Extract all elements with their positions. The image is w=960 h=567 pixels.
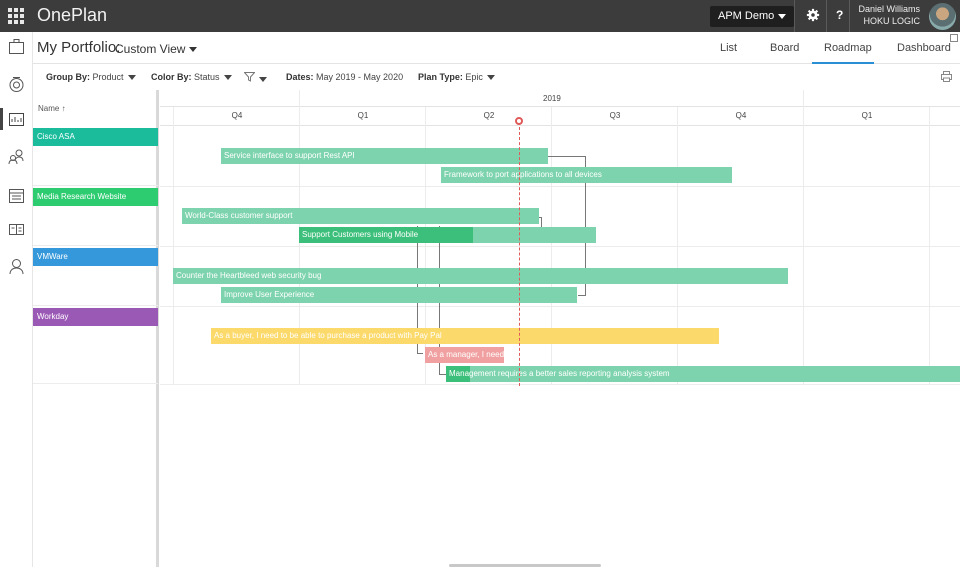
- dependency-connector: [439, 374, 446, 375]
- calendar-icon[interactable]: [8, 187, 25, 204]
- epic-bar[interactable]: Counter the Heartbleed web security bug: [173, 268, 788, 284]
- group-by-value: Product: [92, 72, 124, 82]
- people-icon[interactable]: [8, 148, 25, 165]
- quarter-label: Q1: [357, 111, 369, 120]
- tab-list[interactable]: List: [720, 42, 737, 54]
- epic-bar[interactable]: Framework to port applications to all de…: [441, 167, 732, 183]
- left-nav: [0, 32, 33, 567]
- epic-bar[interactable]: World-Class customer support: [182, 208, 539, 224]
- print-icon[interactable]: [941, 71, 952, 82]
- chevron-down-icon: [486, 75, 495, 81]
- epic-bar[interactable]: As a buyer, I need to be able to purchas…: [211, 328, 719, 344]
- quarter-label: Q4: [735, 111, 747, 120]
- top-bar: OnePlan APM Demo ? Daniel Williams HOKU …: [0, 0, 960, 32]
- tab-board[interactable]: Board: [770, 42, 799, 54]
- filter-dropdown[interactable]: [243, 72, 267, 84]
- chevron-down-icon: [778, 13, 787, 19]
- dependency-connector: [539, 217, 542, 227]
- bar-label: Management requires a better sales repor…: [449, 369, 670, 378]
- plan-type-value: Epic: [465, 72, 483, 82]
- group-workday[interactable]: Workday: [33, 308, 158, 326]
- view-name: Custom View: [115, 42, 186, 56]
- plan-type-label: Plan Type:: [418, 72, 463, 82]
- board-icon[interactable]: [8, 221, 25, 238]
- name-header-label: Name: [38, 104, 60, 113]
- color-by-value: Status: [194, 72, 220, 82]
- user-name: Daniel Williams: [858, 4, 920, 14]
- group-media-research-website[interactable]: Media Research Website: [33, 188, 158, 206]
- divider: [794, 0, 795, 32]
- view-selector[interactable]: Custom View: [115, 42, 198, 56]
- today-marker-icon[interactable]: [515, 117, 523, 125]
- dates-label: Dates:: [286, 72, 314, 82]
- clock-icon[interactable]: [8, 76, 25, 93]
- group-by-dropdown[interactable]: Group By: Product: [46, 72, 136, 82]
- app-title: OnePlan: [37, 5, 108, 25]
- roadmap-timeline: 2019 Q4 Q1 Q2 Q3 Q4 Q1 Service interface…: [160, 90, 960, 567]
- name-column-header[interactable]: Name ↑: [38, 104, 66, 113]
- dates-selector[interactable]: Dates: May 2019 - May 2020: [286, 72, 403, 82]
- environment-dropdown[interactable]: APM Demo: [710, 6, 795, 27]
- quarter-label: Q2: [483, 111, 495, 120]
- gear-icon[interactable]: [806, 8, 820, 22]
- epic-bar[interactable]: Support Customers using Mobile: [299, 227, 596, 243]
- user-menu[interactable]: Daniel Williams HOKU LOGIC: [858, 3, 920, 27]
- timeline-quarter-row: Q4 Q1 Q2 Q3 Q4 Q1: [160, 107, 960, 126]
- user-org: HOKU LOGIC: [863, 16, 920, 26]
- filter-bar: Group By: Product Color By: Status Dates…: [33, 64, 960, 90]
- portfolio-header: My Portfolio: Custom View List Board Roa…: [33, 32, 960, 64]
- color-by-dropdown[interactable]: Color By: Status: [151, 72, 232, 82]
- epic-bar[interactable]: Improve User Experience: [221, 287, 577, 303]
- roadmap-icon[interactable]: [8, 111, 25, 128]
- group-by-label: Group By:: [46, 72, 90, 82]
- environment-label: APM Demo: [718, 10, 775, 22]
- quarter-label: Q3: [609, 111, 621, 120]
- group-cisco-asa[interactable]: Cisco ASA: [33, 128, 158, 146]
- briefcase-icon[interactable]: [8, 38, 25, 55]
- dependency-connector: [417, 353, 423, 354]
- chevron-down-icon: [127, 75, 136, 81]
- arrow-up-icon: ↑: [61, 104, 66, 113]
- divider: [849, 0, 850, 32]
- filter-icon: [243, 72, 256, 82]
- page-title: My Portfolio:: [37, 39, 121, 56]
- plan-type-dropdown[interactable]: Plan Type: Epic: [418, 72, 495, 82]
- today-line: [519, 122, 520, 386]
- divider: [826, 0, 827, 32]
- chevron-down-icon: [189, 47, 198, 53]
- user-icon[interactable]: [8, 258, 25, 275]
- quarter-label: Q4: [231, 111, 243, 120]
- app-launcher-icon[interactable]: [8, 8, 24, 24]
- chevron-down-icon: [223, 75, 232, 81]
- nav-active-indicator: [0, 108, 3, 130]
- row-divider: [160, 384, 960, 385]
- timeline-year-row: 2019: [160, 90, 960, 107]
- chevron-down-icon: [259, 77, 267, 83]
- dates-value: May 2019 - May 2020: [316, 72, 404, 82]
- epic-bar[interactable]: Management requires a better sales repor…: [446, 366, 960, 382]
- color-by-label: Color By:: [151, 72, 192, 82]
- row-divider: [160, 306, 960, 307]
- quarter-label: Q1: [861, 111, 873, 120]
- help-button[interactable]: ?: [836, 8, 843, 22]
- expand-icon[interactable]: [950, 34, 958, 42]
- epic-bar[interactable]: Service interface to support Rest API: [221, 148, 548, 164]
- tab-roadmap[interactable]: Roadmap: [824, 42, 872, 54]
- epic-bar[interactable]: As a manager, I need: [425, 347, 504, 363]
- tab-dashboard[interactable]: Dashboard: [897, 42, 951, 54]
- grid-line: [803, 90, 804, 384]
- dependency-connector: [578, 293, 586, 296]
- year-label: 2019: [543, 94, 561, 103]
- bar-label: Support Customers using Mobile: [302, 230, 419, 239]
- name-column: Name ↑ Cisco ASA Media Research Website …: [33, 90, 159, 567]
- avatar[interactable]: [929, 3, 956, 30]
- group-vmware[interactable]: VMWare: [33, 248, 158, 266]
